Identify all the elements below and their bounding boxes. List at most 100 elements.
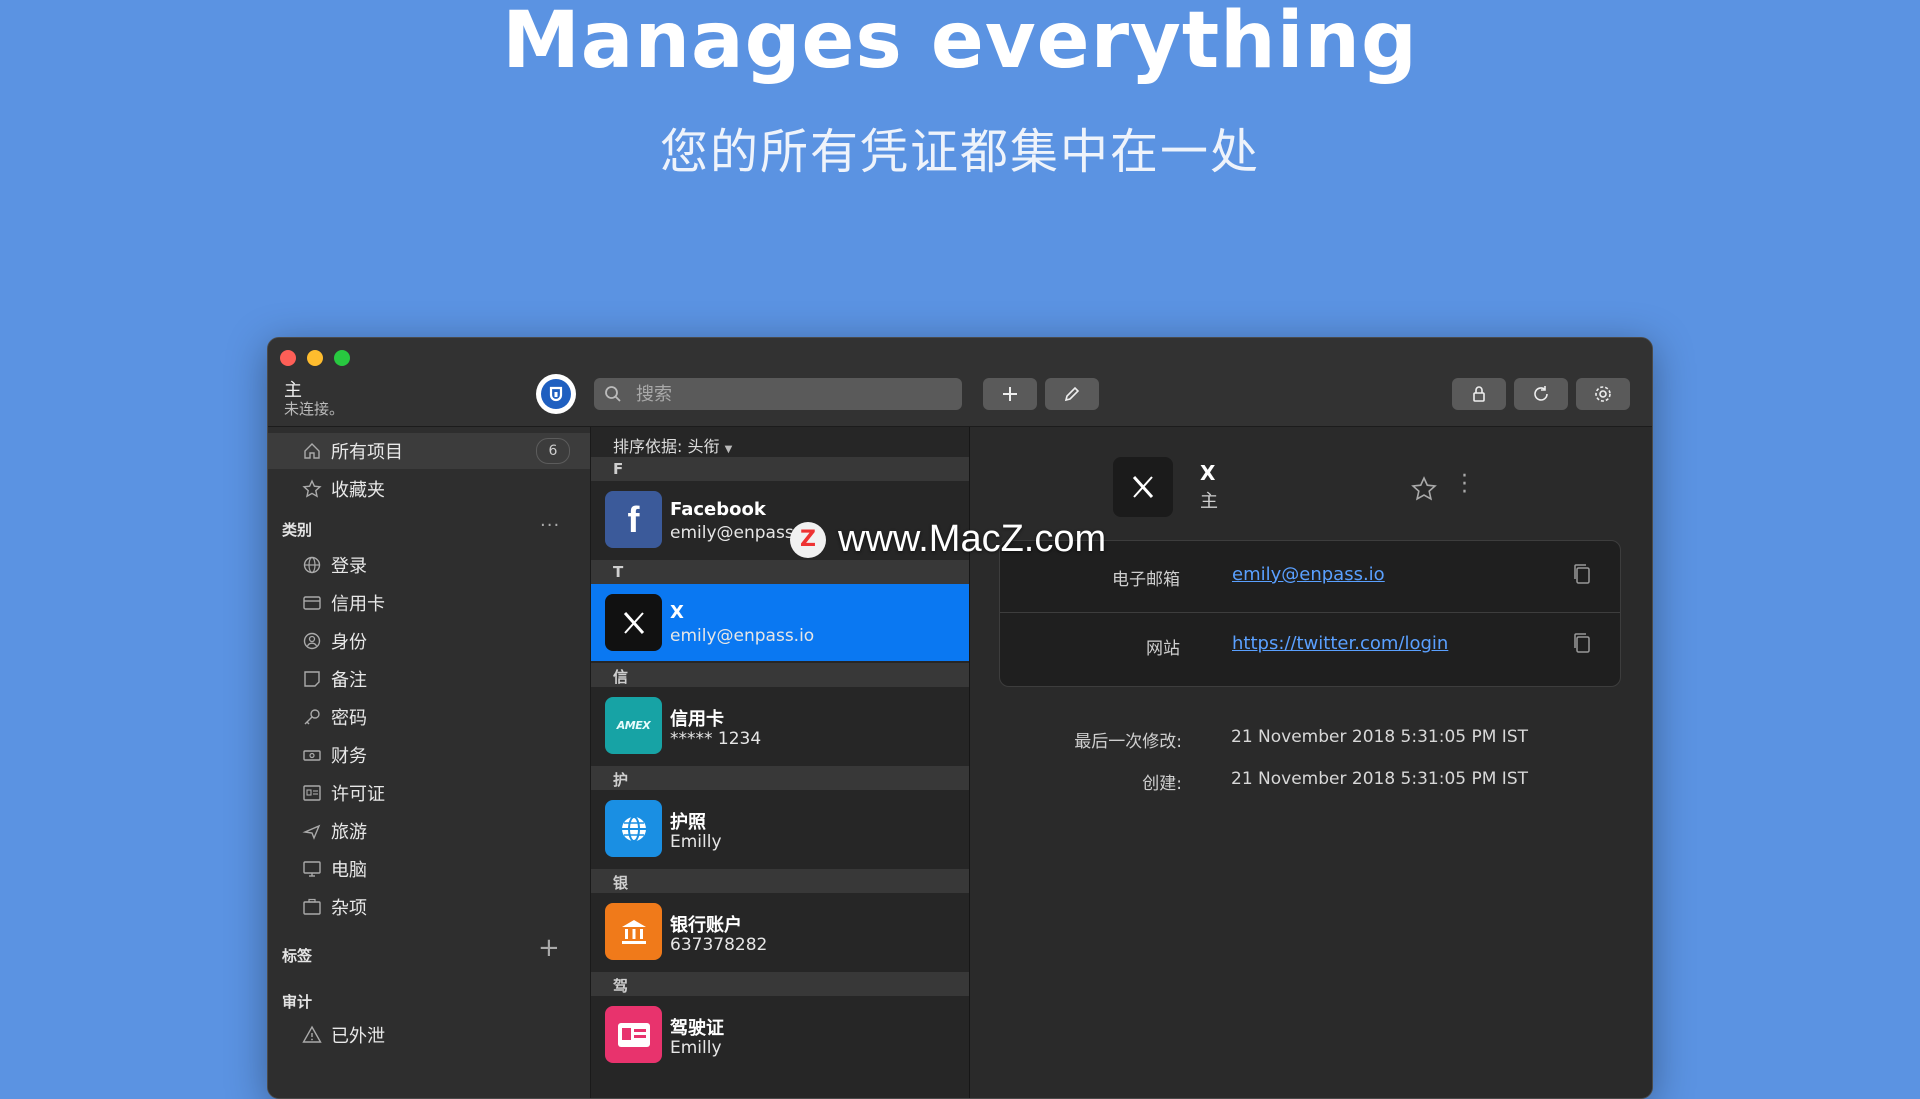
search-bar[interactable]: [594, 378, 962, 410]
sidebar-item-label: 登录: [331, 556, 367, 577]
add-tag-button[interactable]: +: [538, 933, 560, 963]
sidebar-item-label: 已外泄: [331, 1026, 385, 1047]
lock-button[interactable]: [1452, 378, 1506, 410]
bank-icon: [605, 903, 662, 960]
license-card-icon: [605, 1006, 662, 1063]
item-subtitle: Emilly: [670, 832, 722, 852]
list-item-passport[interactable]: 护照 Emilly: [591, 790, 969, 867]
item-subtitle: ***** 1234: [670, 729, 762, 749]
search-icon: [604, 385, 622, 403]
plus-icon: [1003, 387, 1017, 401]
detail-vault: 主: [1200, 491, 1218, 512]
hero-title: Manages everything: [502, 0, 1418, 86]
search-input[interactable]: [634, 382, 958, 406]
sort-dropdown[interactable]: 排序依据: 头衔 ▼: [591, 427, 969, 457]
sidebar: 所有项目 6 收藏夹 类别 ··· 登录 信用卡 身份 备注 密码 财务 许可证…: [268, 427, 591, 1098]
globe-icon: [605, 800, 662, 857]
sidebar-item-label: 身份: [331, 632, 367, 653]
add-item-button[interactable]: [983, 378, 1037, 410]
globe-icon: [301, 554, 323, 576]
item-count-badge: 6: [536, 438, 570, 464]
sync-button[interactable]: [1514, 378, 1568, 410]
item-subtitle: Emilly: [670, 1038, 722, 1058]
audit-header: 审计: [282, 993, 313, 1011]
close-window-button[interactable]: [280, 350, 296, 366]
sidebar-item-label: 所有项目: [331, 442, 403, 463]
key-icon: [301, 706, 323, 728]
note-icon: [301, 668, 323, 690]
field-value-email[interactable]: emily@enpass.io: [1232, 564, 1385, 585]
item-subtitle: emily@enpass.io: [670, 626, 815, 646]
lock-icon: [1473, 386, 1485, 402]
sidebar-item-favorites[interactable]: 收藏夹: [268, 471, 590, 507]
x-icon: [605, 594, 662, 651]
item-title: 驾驶证: [670, 1018, 724, 1039]
tags-header: 标签: [282, 947, 313, 965]
sidebar-item-label: 财务: [331, 746, 367, 767]
field-label-website: 网站: [1146, 639, 1180, 659]
hero-subtitle: 您的所有凭证都集中在一处: [659, 124, 1260, 180]
sidebar-item-login[interactable]: 登录: [268, 547, 590, 583]
finance-icon: [301, 744, 323, 766]
misc-icon: [301, 896, 323, 918]
item-title: X: [670, 602, 684, 623]
sidebar-item-license[interactable]: 许可证: [268, 775, 590, 811]
meta-value-created: 21 November 2018 5:31:05 PM IST: [1231, 769, 1528, 789]
categories-more-button[interactable]: ···: [540, 515, 560, 536]
enpass-logo-button[interactable]: [536, 374, 576, 414]
list-item-credit-card[interactable]: AMEX 信用卡 ***** 1234: [591, 687, 969, 764]
item-title: Facebook: [670, 499, 766, 520]
zoom-window-button[interactable]: [334, 350, 350, 366]
field-value-website[interactable]: https://twitter.com/login: [1232, 633, 1448, 654]
sidebar-item-travel[interactable]: 旅游: [268, 813, 590, 849]
favorite-star-icon[interactable]: [1410, 475, 1438, 503]
settings-button[interactable]: [1576, 378, 1630, 410]
section-header: 信: [591, 663, 969, 687]
x-icon: [1113, 457, 1173, 517]
sync-icon: [1534, 386, 1548, 401]
section-header: 银: [591, 869, 969, 893]
fields-card: 电子邮箱 emily@enpass.io 网站 https://twitter.…: [999, 540, 1621, 687]
sidebar-item-identity[interactable]: 身份: [268, 623, 590, 659]
detail-title: X: [1200, 461, 1216, 485]
sidebar-item-breached[interactable]: 已外泄: [268, 1017, 590, 1053]
plane-icon: [301, 820, 323, 842]
item-subtitle: 637378282: [670, 935, 768, 955]
vault-status: 未连接。: [284, 400, 345, 418]
sidebar-item-credit-card[interactable]: 信用卡: [268, 585, 590, 621]
sidebar-item-finance[interactable]: 财务: [268, 737, 590, 773]
edit-item-button[interactable]: [1045, 378, 1099, 410]
copy-icon[interactable]: [1572, 563, 1592, 585]
sidebar-item-misc[interactable]: 杂项: [268, 889, 590, 925]
sidebar-item-label: 密码: [331, 708, 367, 729]
amex-icon: AMEX: [605, 697, 662, 754]
sidebar-item-label: 许可证: [331, 784, 385, 805]
sort-label: 排序依据: 头衔: [613, 437, 720, 456]
license-icon: [301, 782, 323, 804]
chevron-down-icon: ▼: [724, 444, 733, 455]
minimize-window-button[interactable]: [307, 350, 323, 366]
categories-header: 类别: [282, 521, 313, 539]
sidebar-item-computer[interactable]: 电脑: [268, 851, 590, 887]
section-header: 护: [591, 766, 969, 790]
sidebar-item-label: 旅游: [331, 822, 367, 843]
list-item-driving-license[interactable]: 驾驶证 Emilly: [591, 996, 969, 1073]
sidebar-item-label: 信用卡: [331, 594, 385, 615]
app-window: 主 未连接。 搜索 所有项目 6 收藏夹 类别 ··· 登录 信用卡 身份 备注…: [267, 337, 1653, 1099]
sidebar-item-notes[interactable]: 备注: [268, 661, 590, 697]
pencil-icon: [1064, 386, 1080, 402]
sidebar-item-label: 备注: [331, 670, 367, 691]
list-item-bank-account[interactable]: 银行账户 637378282: [591, 893, 969, 970]
more-options-icon[interactable]: · · ·: [1461, 466, 1468, 504]
section-header: 驾: [591, 972, 969, 996]
item-title: 护照: [670, 812, 706, 833]
list-item-x[interactable]: X emily@enpass.io: [591, 584, 969, 661]
enpass-logo-icon: [541, 379, 571, 409]
sidebar-item-all-items[interactable]: 所有项目 6: [268, 433, 590, 469]
watermark: Z www.MacZ.com: [790, 518, 1106, 561]
section-header: T: [591, 560, 969, 584]
warning-icon: [301, 1024, 323, 1046]
person-icon: [301, 630, 323, 652]
copy-icon[interactable]: [1572, 632, 1592, 654]
sidebar-item-password[interactable]: 密码: [268, 699, 590, 735]
